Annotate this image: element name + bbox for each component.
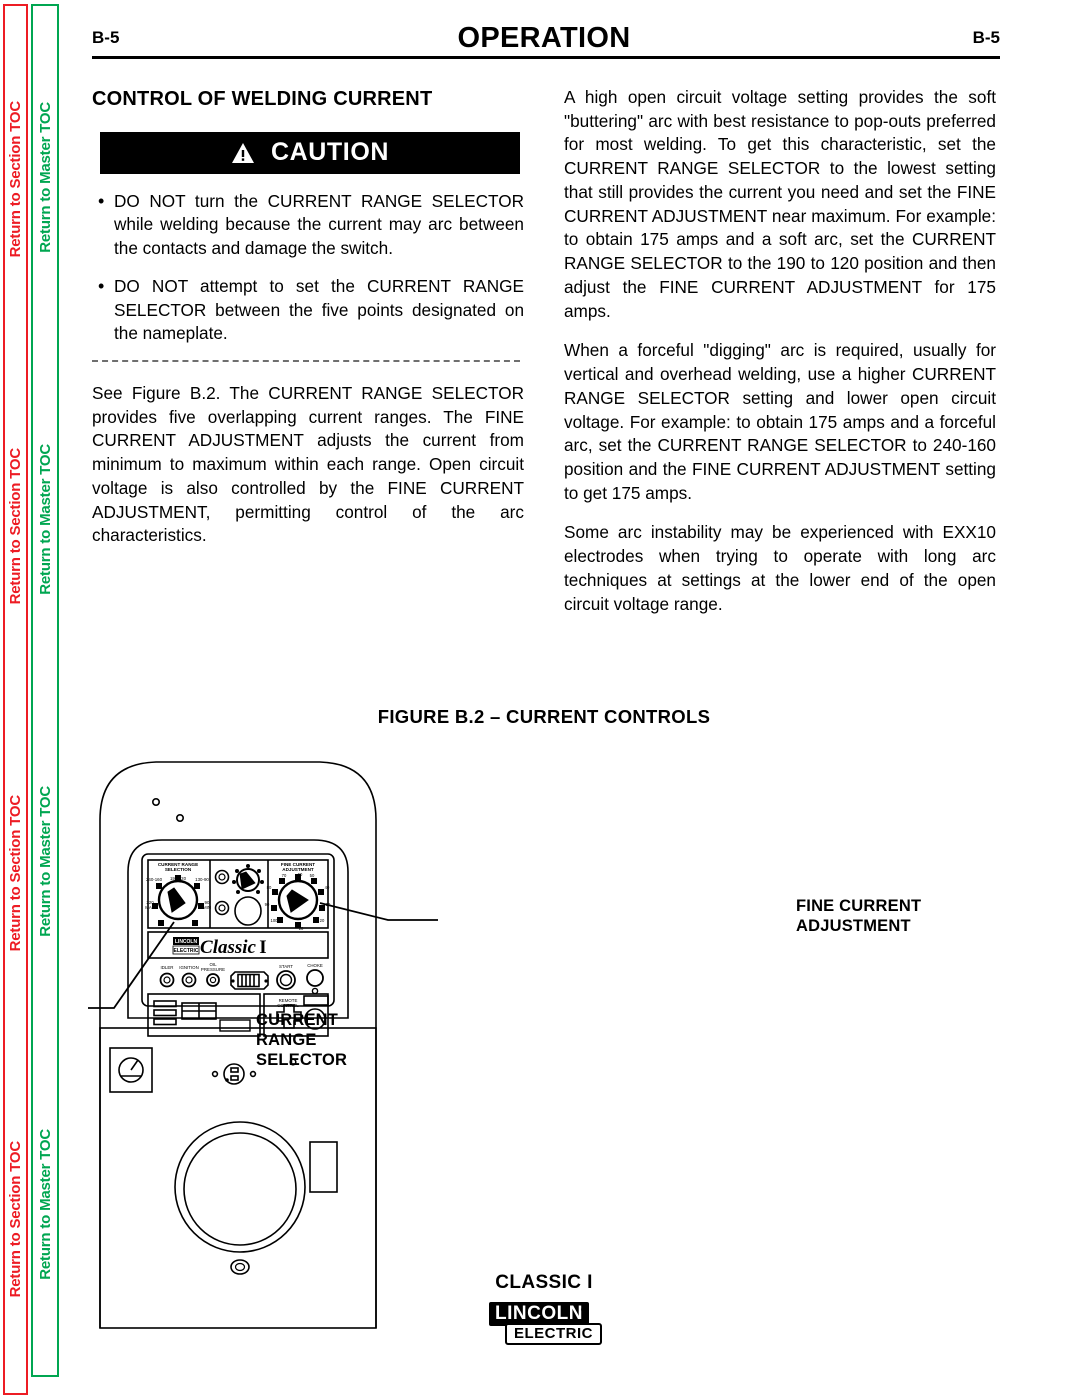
- annotation-line: RANGE: [256, 1031, 317, 1050]
- logo-electric-text: ELECTRIC: [505, 1323, 602, 1345]
- crs-title-2: SELECTION: [165, 867, 192, 872]
- ctrl-label-choke: CHOKE: [307, 963, 323, 968]
- subhead-control-of-welding-current: CONTROL OF WELDING CURRENT: [92, 88, 433, 110]
- paragraph: A high open circuit voltage setting prov…: [564, 87, 996, 321]
- fca-tick-60b: 60: [298, 872, 303, 877]
- annotation-line: ADJUSTMENT: [796, 917, 911, 936]
- figure-title: FIGURE B.2 – CURRENT CONTROLS: [377, 706, 711, 727]
- brand-logo-bottom: ELECTRIC: [174, 948, 199, 954]
- ctrl-label-oil-2: PRESSURE: [201, 967, 225, 972]
- crs-pos-left-2: MAX: [145, 905, 155, 910]
- fan-opening-outer: [174, 1121, 306, 1253]
- caution-item-list: DO NOT turn the CURRENT RANGE SELECTOR w…: [92, 189, 524, 346]
- caution-item: DO NOT turn the CURRENT RANGE SELECTOR w…: [98, 189, 524, 261]
- sidebar-item-section-toc[interactable]: Return to Section TOC: [7, 101, 24, 257]
- warning-triangle-icon: [231, 142, 255, 164]
- brand-name: Classic: [200, 937, 257, 958]
- fca-tick-30: 30: [326, 902, 331, 907]
- folio-right: B-5: [972, 28, 1000, 47]
- side-panel-slot: [309, 1141, 338, 1193]
- sidebar-item-section-toc[interactable]: Return to Section TOC: [7, 795, 24, 951]
- sidebar-return-to-master-toc[interactable]: Return to Master TOC Return to Master TO…: [31, 4, 59, 1377]
- fca-tick-100: 100: [271, 918, 279, 923]
- ctrl-label-start: START: [279, 964, 293, 969]
- fca-tick-50: 50: [310, 873, 315, 878]
- fca-tick-20: 20: [320, 918, 325, 923]
- header-divider: [92, 56, 1000, 59]
- sidebar-return-to-section-toc[interactable]: Return to Section TOC Return to Section …: [3, 4, 28, 1395]
- fan-opening-inner: [183, 1132, 297, 1246]
- right-text-column: A high open circuit voltage setting prov…: [564, 86, 996, 616]
- fca-tick-10: 10: [299, 926, 304, 931]
- sidebar-item-section-toc[interactable]: Return to Section TOC: [7, 1141, 24, 1297]
- caution-item: DO NOT attempt to set the CURRENT RANGE …: [98, 274, 524, 346]
- screw-icon: [176, 814, 185, 823]
- fca-tick-80: 80: [267, 885, 272, 890]
- crs-pos-right-2: MIN: [203, 905, 211, 910]
- controls-row-group: [159, 969, 324, 995]
- annotation-current-range-selector: CURRENT RANGE SELECTOR: [256, 1010, 347, 1070]
- lincoln-electric-logo: LINCOLN ® ELECTRIC: [88, 1302, 1000, 1346]
- leader-line-fine-current: [319, 902, 438, 921]
- middle-instrument-group: [214, 864, 264, 926]
- welder-front-panel-drawing: CURRENT RANGE SELECTION 190-120 240-160 …: [88, 761, 438, 1329]
- fca-tick-70: 70: [282, 873, 287, 878]
- paragraph: See Figure B.2. The CURRENT RANGE SELECT…: [92, 383, 524, 546]
- sidebar-item-section-toc[interactable]: Return to Section TOC: [7, 448, 24, 604]
- brand-plate-text: LINCOLN ELECTRIC Classic I: [172, 937, 267, 958]
- brand-model: I: [259, 937, 266, 958]
- figure-caption: CLASSIC I: [495, 1272, 593, 1293]
- annotation-line: FINE CURRENT: [796, 897, 922, 915]
- fine-current-adjustment-dial: [271, 874, 325, 928]
- sidebar-item-master-toc[interactable]: Return to Master TOC: [37, 1129, 54, 1280]
- fca-tick-40: 40: [325, 885, 330, 890]
- annotation-line: SELECTOR: [256, 1051, 348, 1070]
- crs-pos-upper-right: 130-90: [195, 877, 209, 882]
- caution-label: CAUTION: [270, 138, 390, 167]
- brand-logo-top: LINCOLN: [175, 939, 198, 945]
- crs-pos-top: 190-120: [170, 876, 187, 881]
- paragraph: Some arc instability may be experienced …: [564, 522, 996, 614]
- fca-tick-90: 90: [265, 902, 270, 907]
- sidebar-item-master-toc[interactable]: Return to Master TOC: [37, 786, 54, 937]
- ctrl-label-ignition: IGNITION: [179, 965, 199, 970]
- caution-banner: CAUTION: [100, 131, 520, 174]
- page-title: OPERATION: [457, 22, 631, 54]
- crs-pos-upper-left: 240-160: [146, 877, 163, 882]
- dashed-divider: [92, 360, 520, 362]
- current-range-selector-dial: [152, 875, 204, 926]
- left-text-column: CONTROL OF WELDING CURRENT CAUTION DO NO…: [92, 86, 524, 548]
- annotation-fine-current-adjustment: FINE CURRENT ADJUSTMENT: [796, 896, 921, 936]
- page-content: B-5 OPERATION B-5 CONTROL OF WELDING CUR…: [88, 0, 1080, 1397]
- paragraph: When a forceful "digging" arc is require…: [564, 340, 996, 503]
- annotation-line: CURRENT: [256, 1011, 339, 1029]
- panel-tag: [219, 1019, 251, 1032]
- registered-mark-icon: ®: [581, 1305, 589, 1316]
- sidebar-item-master-toc[interactable]: Return to Master TOC: [37, 102, 54, 253]
- remote-label-2: CONTROL: [277, 1003, 299, 1008]
- screw-icon: [152, 797, 161, 806]
- ctrl-label-idler: IDLER: [161, 965, 174, 970]
- figure-illustration: CURRENT RANGE SELECTION 190-120 240-160 …: [88, 740, 1000, 1330]
- sidebar-item-master-toc[interactable]: Return to Master TOC: [37, 444, 54, 595]
